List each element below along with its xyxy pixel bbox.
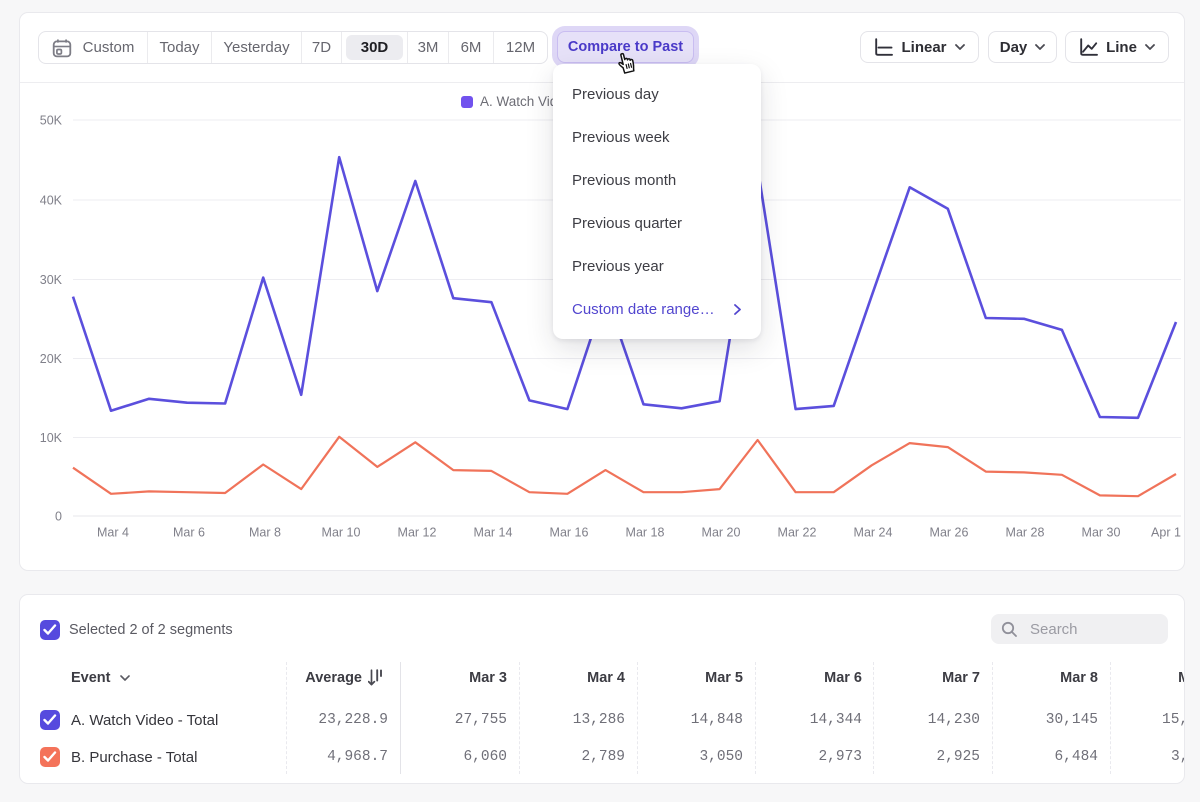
svg-text:Mar 24: Mar 24 (854, 526, 893, 540)
svg-text:40K: 40K (40, 194, 63, 208)
svg-text:Mar 18: Mar 18 (626, 526, 665, 540)
svg-text:30K: 30K (40, 273, 63, 287)
svg-text:10K: 10K (40, 431, 63, 445)
svg-text:Mar 14: Mar 14 (474, 526, 513, 540)
svg-text:20K: 20K (40, 352, 63, 366)
svg-text:Mar 28: Mar 28 (1006, 526, 1045, 540)
svg-text:Mar 20: Mar 20 (702, 526, 741, 540)
svg-text:50K: 50K (40, 114, 63, 128)
svg-text:Mar 22: Mar 22 (778, 526, 817, 540)
svg-text:Mar 8: Mar 8 (249, 526, 281, 540)
svg-text:Mar 26: Mar 26 (930, 526, 969, 540)
svg-text:Mar 12: Mar 12 (398, 526, 437, 540)
svg-text:Mar 6: Mar 6 (173, 526, 205, 540)
svg-text:0: 0 (55, 510, 62, 524)
svg-text:Mar 30: Mar 30 (1082, 526, 1121, 540)
svg-text:Mar 10: Mar 10 (322, 526, 361, 540)
svg-text:Apr 1: Apr 1 (1151, 526, 1181, 540)
svg-text:Mar 4: Mar 4 (97, 526, 129, 540)
svg-text:Mar 16: Mar 16 (550, 526, 589, 540)
